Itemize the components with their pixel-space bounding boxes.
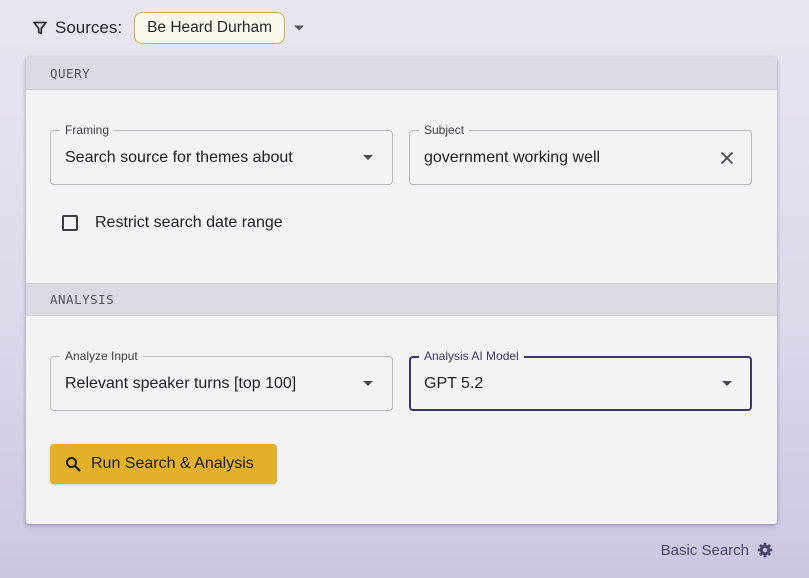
sources-label: Sources:	[55, 18, 123, 37]
search-icon	[65, 456, 81, 472]
basic-search-link[interactable]: Basic Search	[661, 540, 773, 560]
analysis-model-value: GPT 5.2	[424, 374, 484, 392]
search-card: QUERY Framing Search source for themes a…	[26, 57, 777, 524]
framing-select[interactable]: Framing Search source for themes about	[50, 123, 393, 185]
subject-value[interactable]: government working well	[424, 149, 717, 167]
query-section-header: QUERY	[26, 57, 777, 90]
analysis-model-label: Analysis AI Model	[419, 349, 524, 363]
restrict-date-checkbox[interactable]	[62, 215, 78, 231]
framing-caret-down-icon[interactable]	[358, 148, 378, 168]
run-button-label: Run Search & Analysis	[91, 455, 254, 472]
analysis-model-caret-down-icon[interactable]	[717, 374, 737, 394]
basic-search-label: Basic Search	[660, 541, 749, 559]
gear-icon[interactable]	[757, 542, 773, 558]
run-search-analysis-button[interactable]: Run Search & Analysis	[50, 444, 277, 484]
restrict-date-checkbox-row[interactable]: Restrict search date range	[62, 212, 283, 234]
subject-input[interactable]: Subject government working well	[409, 123, 752, 185]
filter-icon	[32, 20, 48, 36]
analyze-input-value: Relevant speaker turns [top 100]	[65, 374, 297, 392]
sources-dropdown-caret-icon[interactable]	[289, 18, 309, 38]
framing-value: Search source for themes about	[65, 148, 293, 166]
analyze-input-select[interactable]: Analyze Input Relevant speaker turns [to…	[50, 349, 393, 411]
framing-label: Framing	[60, 123, 115, 137]
subject-label: Subject	[419, 123, 470, 137]
analyze-input-caret-down-icon[interactable]	[358, 374, 378, 394]
close-icon[interactable]	[717, 148, 737, 168]
source-chip[interactable]: Be Heard Durham	[134, 12, 286, 44]
restrict-date-label: Restrict search date range	[95, 214, 283, 231]
analysis-model-select[interactable]: Analysis AI Model GPT 5.2	[409, 349, 752, 411]
analysis-section-header: ANALYSIS	[26, 283, 777, 316]
sources-bar: Sources: Be Heard Durham	[32, 12, 309, 44]
analyze-input-label: Analyze Input	[60, 349, 143, 363]
